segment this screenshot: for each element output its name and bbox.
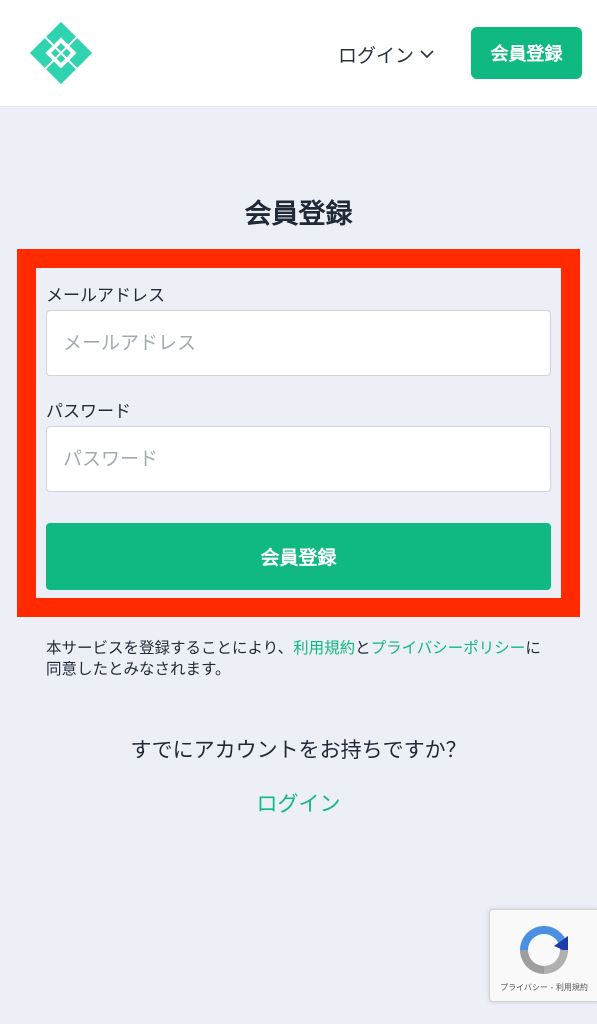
password-label: パスワード bbox=[46, 402, 131, 422]
register-submit-button[interactable]: 会員登録 bbox=[46, 523, 551, 590]
password-field[interactable] bbox=[46, 426, 551, 492]
terms-prefix: 本サービスを登録することにより、 bbox=[46, 639, 294, 657]
terms-middle: と bbox=[355, 639, 371, 657]
email-field[interactable] bbox=[46, 310, 551, 376]
login-dropdown-label: ログイン bbox=[338, 44, 415, 67]
login-link[interactable]: ログイン bbox=[0, 788, 597, 818]
terms-notice: 本サービスを登録することにより、利用規約とプライバシーポリシーに同意したとみなさ… bbox=[46, 638, 551, 680]
recaptcha-icon bbox=[520, 926, 568, 974]
email-label: メールアドレス bbox=[46, 286, 165, 306]
header-register-button[interactable]: 会員登録 bbox=[471, 27, 582, 79]
recaptcha-links[interactable]: プライバシー - 利用規約 bbox=[490, 982, 597, 993]
diamond-logo-icon[interactable] bbox=[28, 20, 94, 86]
login-dropdown[interactable]: ログイン bbox=[338, 40, 434, 68]
privacy-policy-link[interactable]: プライバシーポリシー bbox=[371, 639, 526, 657]
site-header: ログイン 会員登録 bbox=[0, 0, 597, 107]
terms-of-service-link[interactable]: 利用規約 bbox=[293, 639, 355, 657]
recaptcha-badge[interactable]: プライバシー - 利用規約 bbox=[489, 909, 597, 1002]
page-title: 会員登録 bbox=[244, 199, 353, 230]
already-have-account-text: すでにアカウントをお持ちですか？ bbox=[130, 738, 467, 762]
chevron-down-icon bbox=[420, 50, 434, 59]
